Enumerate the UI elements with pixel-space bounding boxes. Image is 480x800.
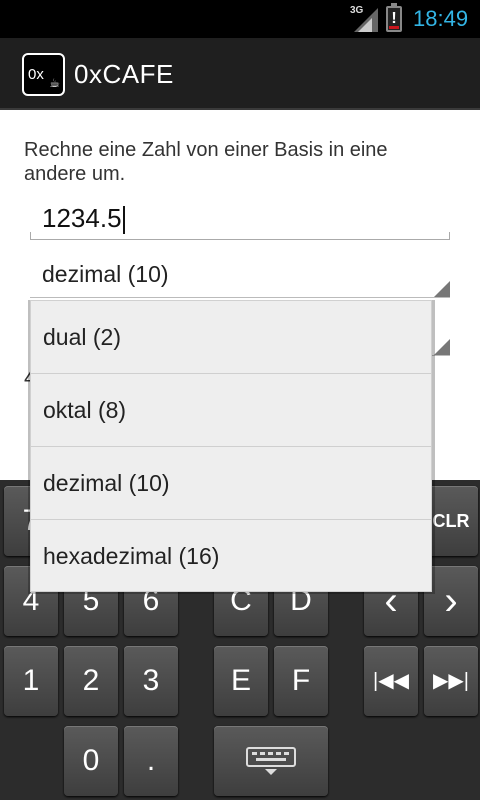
- from-base-value: dezimal (10): [42, 261, 169, 287]
- key-2[interactable]: 2: [64, 646, 118, 716]
- app-title: 0xCAFE: [74, 59, 174, 89]
- coffee-cup-icon: ☕: [49, 76, 60, 90]
- spinner-arrow-icon: [434, 339, 450, 355]
- number-input[interactable]: 1234.5: [30, 198, 450, 240]
- key-3[interactable]: 3: [124, 646, 178, 716]
- key-e[interactable]: E: [214, 646, 268, 716]
- base-dropdown-list: dual (2) oktal (8) dezimal (10) hexadezi…: [30, 300, 432, 592]
- spinner-arrow-icon: [434, 281, 450, 297]
- cursor-home-button[interactable]: |◀◀: [364, 646, 418, 716]
- app-icon[interactable]: 0x ☕: [22, 53, 65, 96]
- dropdown-item-dual[interactable]: dual (2): [31, 301, 431, 374]
- battery-icon: !: [386, 3, 402, 32]
- text-cursor: [122, 206, 125, 235]
- instruction-text: Rechne eine Zahl von einer Basis in eine…: [24, 139, 388, 185]
- dropdown-item-hexadezimal[interactable]: hexadezimal (16): [31, 520, 431, 593]
- action-bar: 0x ☕ 0xCAFE: [0, 38, 480, 110]
- key-f[interactable]: F: [274, 646, 328, 716]
- dropdown-item-dezimal[interactable]: dezimal (10): [31, 447, 431, 520]
- app-icon-label: 0x: [28, 66, 44, 83]
- keyboard-toggle-button[interactable]: [214, 726, 328, 796]
- status-bar: 3G ! 18:49: [0, 0, 480, 38]
- cursor-end-button[interactable]: ▶▶|: [424, 646, 478, 716]
- battery-alert-icon: !: [391, 10, 397, 27]
- clock: 18:49: [413, 6, 469, 31]
- key-1[interactable]: 1: [4, 646, 58, 716]
- key-dot[interactable]: .: [124, 726, 178, 796]
- dropdown-item-oktal[interactable]: oktal (8): [31, 374, 431, 447]
- from-base-spinner[interactable]: dezimal (10): [30, 250, 450, 298]
- number-input-value: 1234.5: [42, 203, 122, 233]
- keyboard-icon: [246, 747, 296, 775]
- key-0[interactable]: 0: [64, 726, 118, 796]
- network-type-label: 3G: [350, 5, 364, 16]
